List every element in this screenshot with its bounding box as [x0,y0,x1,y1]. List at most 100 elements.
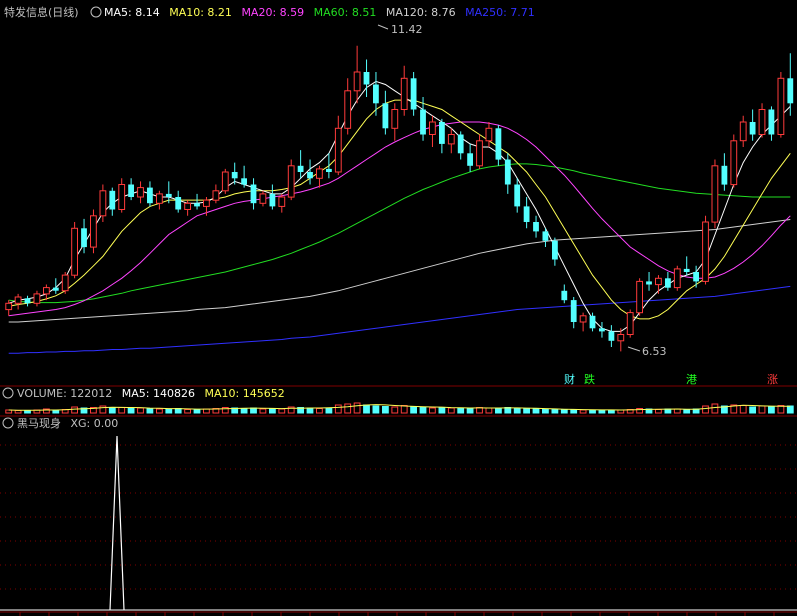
candle-body-down [297,165,304,172]
indicator-title: 黑马现身 [17,416,61,430]
volume-bar [306,407,314,414]
candle-body-down [683,268,690,272]
volume-bar [598,409,606,414]
volume-bar [146,408,154,414]
volume-bar [259,408,267,414]
volume-bar [278,408,286,414]
volume-ma-line [8,404,791,411]
chart-window: 特发信息(日线) MA5: 8.14 MA10: 8.21 MA20: 8.59… [0,0,797,616]
candle-body-down [570,300,577,322]
volume-bar [579,409,587,414]
volume-bar [71,406,78,414]
candle-body-up [118,184,126,210]
volume-bar [156,408,163,414]
candle-body-down [194,203,200,207]
volume-bar [269,408,276,414]
ma5-line [8,80,791,332]
ma120-line [8,219,791,323]
candle-body-up [391,109,399,129]
volume-bar [758,405,766,414]
candle-body-up [476,140,483,167]
volume-bar [391,406,399,414]
ma-indicator-row: MA5: 8.14 MA10: 8.21 MA20: 8.59 MA60: 8.… [104,6,535,19]
event-tag-cai[interactable]: 财 [564,372,575,386]
candle-body-down [165,193,172,197]
volume-bar [711,403,719,414]
indicator-settings-icon[interactable] [2,417,14,429]
ma10-label: MA10: 8.21 [169,6,232,19]
volume-ma10-label: MA10: 145652 [204,387,284,400]
chart-title: 特发信息(日线) [4,5,79,19]
volume-bar [655,409,662,414]
volume-bar [14,410,22,414]
candle-body-down [241,178,247,185]
volume-bar [466,408,474,414]
candle-body-down [749,122,756,135]
candle-body-up [71,227,78,276]
volume-bar [419,407,427,414]
candle-body-down [457,134,464,154]
candle-body-up [184,202,191,211]
volume-bar [165,408,173,414]
candle-body-up [43,287,50,295]
volume-bar [683,409,691,414]
candle-body-down [128,184,134,197]
candle-body-up [14,296,22,304]
candle-body-down [52,287,59,291]
candle-body-down [410,78,417,110]
ma60-line [8,163,791,304]
volume-bar [447,407,455,414]
candle-body-up [61,274,69,292]
candle-body-up [344,90,352,129]
xg-signal-series[interactable] [0,435,797,611]
candle-body-down [175,197,182,210]
volume-bar [673,408,681,414]
ma250-label: MA250: 7.71 [465,6,535,19]
event-tag-gang[interactable]: 港 [686,373,697,386]
candle-body-down [514,184,521,207]
volume-settings-icon[interactable] [2,387,14,399]
candle-body-up [278,196,286,207]
volume-bar [240,408,248,414]
volume-bar [457,407,465,414]
volume-bar [184,409,191,414]
volume-bar [250,407,257,414]
high-label: 11.42 [391,23,423,36]
candle-body-down [768,109,775,135]
candle-body-down [561,290,568,301]
high-marker-line [377,24,389,30]
event-tag-die[interactable]: 跌 [584,372,595,386]
volume-bar [382,406,389,414]
candlestick-series [5,45,794,352]
candle-body-up [137,187,144,198]
candle-body-up [353,71,361,92]
volume-bar [532,408,540,414]
candle-body-down [523,206,530,222]
candle-body-up [429,121,436,135]
indicator-header: 黑马现身 XG: 0.00 [17,416,118,430]
volume-bar [325,407,333,414]
volume-bar [429,407,436,414]
candle-body-up [485,127,493,142]
volume-bar [438,407,446,414]
candle-body-up [334,127,342,173]
candle-body-down [326,168,332,172]
volume-bar [410,406,418,414]
volume-bar [551,408,559,414]
volume-bar [334,404,342,414]
volume-bar [513,408,521,414]
ma250-line [8,285,791,354]
candle-body-up [33,293,41,304]
volume-bar [702,405,709,414]
ma20-label: MA20: 8.59 [241,6,304,19]
candle-body-up [617,334,625,342]
settings-circle-icon[interactable] [90,6,102,18]
candle-body-up [99,190,107,217]
candle-body-down [552,240,558,260]
candle-body-up [212,190,220,201]
candle-body-up [711,165,719,223]
ma5-label: MA5: 8.14 [104,6,160,19]
event-tag-zhang[interactable]: 涨 [767,373,778,386]
event-tags[interactable]: 财 跌 港 涨 [564,372,778,386]
volume-bar [400,405,408,414]
